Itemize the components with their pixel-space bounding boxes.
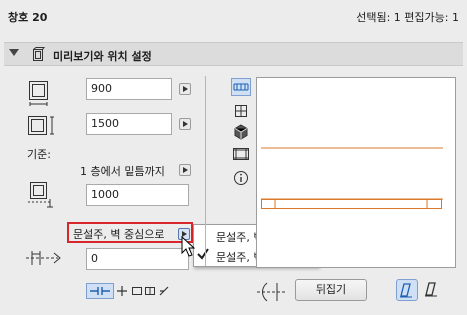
mirror-right-toggle-icon[interactable] [421,279,443,301]
preview-canvas [256,77,456,268]
checkmark-icon [196,247,210,261]
sill-height-icon [26,180,56,210]
anchor-left-icon [88,285,112,297]
width-input[interactable]: 900 [86,78,172,100]
mirror-left-toggle-icon[interactable] [396,279,418,301]
panel-divider [205,76,206,266]
window-settings-icon [30,46,46,62]
window-title: 창호 20 [8,11,48,24]
info-icon[interactable] [233,170,249,186]
height-menu-button[interactable] [179,118,191,130]
cursor-icon [181,236,195,258]
anchor-custom-icon[interactable] [158,285,170,297]
reference-value: 1 층에서 밑틈까지 [80,165,165,178]
anchor-face-right-icon[interactable] [144,285,156,297]
height-icon [26,113,56,139]
width-menu-button[interactable] [179,83,191,95]
offset-icon [24,248,64,268]
collapse-arrow-icon[interactable] [9,49,19,56]
sill-height-input[interactable]: 1000 [86,184,189,206]
window-plan-preview [261,147,443,209]
flip-axis-icon [255,280,289,304]
selection-status: 선택됨: 1 편집가능: 1 [356,11,459,24]
3d-view-icon[interactable] [233,124,249,140]
reference-label: 기준: [27,148,51,161]
plan-view-icon[interactable] [231,78,251,96]
anchor-center-icon[interactable] [116,285,128,297]
section-grid-icon[interactable] [233,103,249,119]
width-icon [26,79,52,107]
anchor-dropdown-value: 문설주, 벽 중심으로 [73,228,165,241]
height-input[interactable]: 1500 [86,113,172,135]
anchor-face-left-icon[interactable] [131,285,143,297]
reference-menu-button[interactable] [179,164,191,176]
elevation-view-icon[interactable] [232,146,250,162]
section-title: 미리보기와 위치 설정 [53,50,152,63]
offset-input[interactable]: 0 [86,248,189,270]
flip-button[interactable]: 뒤집기 [295,279,367,301]
